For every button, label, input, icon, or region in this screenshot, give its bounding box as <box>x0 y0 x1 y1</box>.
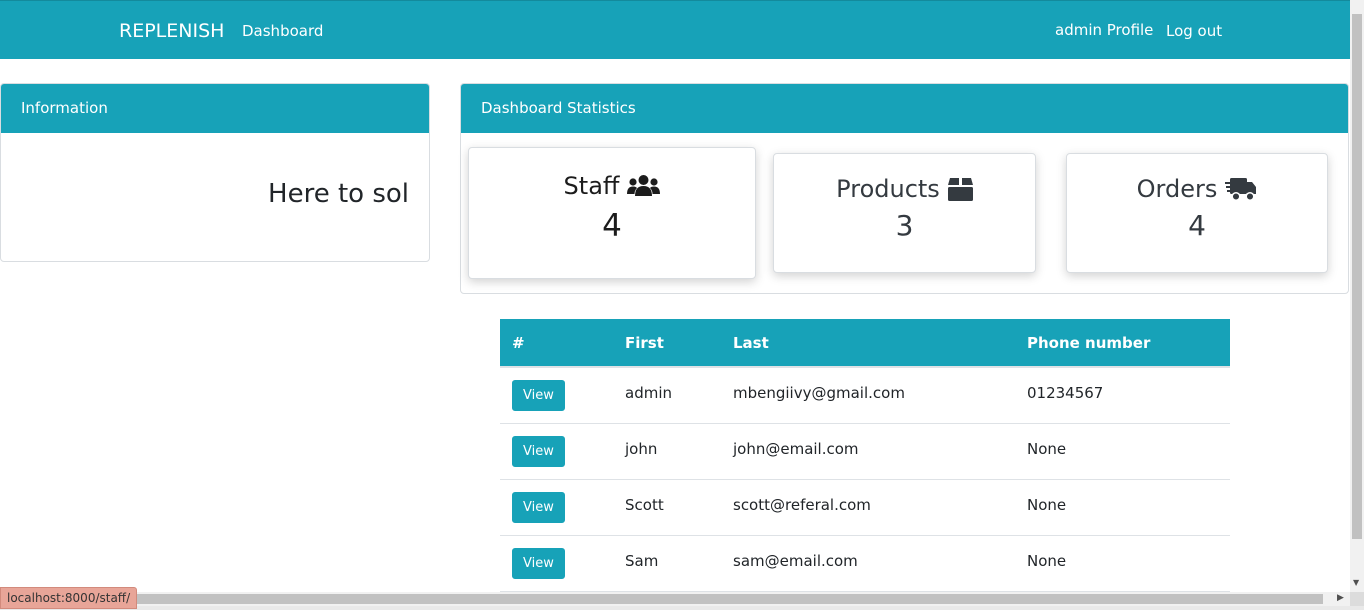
navbar: REPLENISH Dashboard admin Profile Log ou… <box>0 0 1350 59</box>
phone-cell: None <box>1015 423 1230 480</box>
phone-cell: None <box>1015 479 1230 536</box>
first-name-cell: admin <box>613 367 721 424</box>
information-text: Here to sol <box>268 179 409 209</box>
scroll-right-arrow-icon[interactable]: ▶ <box>1337 593 1344 603</box>
view-button[interactable]: View <box>512 547 565 579</box>
phone-cell: 01234567 <box>1015 367 1230 424</box>
products-stat-label: Products <box>836 175 940 203</box>
information-card-header: Information <box>1 84 429 133</box>
vertical-scrollbar-thumb[interactable] <box>1352 14 1362 539</box>
users-icon <box>627 174 661 198</box>
orders-stat-box[interactable]: Orders 4 <box>1066 153 1328 273</box>
staff-stat-value: 4 <box>602 208 622 244</box>
truck-icon <box>1225 177 1257 201</box>
view-button[interactable]: View <box>512 435 565 467</box>
staff-stat-label: Staff <box>563 172 620 200</box>
column-header-phone: Phone number <box>1015 319 1230 368</box>
view-button[interactable]: View <box>512 491 565 523</box>
column-header-number: # <box>500 319 613 368</box>
first-name-cell: Sam <box>613 535 721 592</box>
table-header-row: # First Last Phone number <box>500 319 1230 368</box>
phone-cell: None <box>1015 535 1230 592</box>
last-name-cell: scott@referal.com <box>721 479 1015 536</box>
products-stat-box[interactable]: Products 3 <box>773 153 1036 273</box>
status-bar-url: localhost:8000/staff/ <box>0 587 138 609</box>
orders-stat-label: Orders <box>1136 175 1218 203</box>
horizontal-scrollbar[interactable]: ▶ <box>0 592 1350 606</box>
table-row: View admin mbengiivy@gmail.com 01234567 <box>500 367 1230 424</box>
brand-link[interactable]: REPLENISH <box>119 20 224 42</box>
nav-logout-link[interactable]: Log out <box>1166 22 1222 40</box>
orders-stat-value: 4 <box>1188 209 1206 242</box>
first-name-cell: john <box>613 423 721 480</box>
column-header-first: First <box>613 319 721 368</box>
first-name-cell: Scott <box>613 479 721 536</box>
nav-profile-link[interactable]: admin Profile <box>1055 21 1153 39</box>
staff-stat-box[interactable]: Staff 4 <box>468 147 756 279</box>
table-row: View Scott scott@referal.com None <box>500 479 1230 536</box>
horizontal-scrollbar-thumb[interactable] <box>118 594 1323 604</box>
table-row: View Sam sam@email.com None <box>500 535 1230 592</box>
view-button[interactable]: View <box>512 380 565 411</box>
scrollbar-corner <box>1350 592 1364 606</box>
last-name-cell: mbengiivy@gmail.com <box>721 367 1015 424</box>
dashboard-statistics-header: Dashboard Statistics <box>461 84 1348 133</box>
nav-dashboard-link[interactable]: Dashboard <box>242 22 323 40</box>
table-row: View john john@email.com None <box>500 423 1230 480</box>
staff-table: # First Last Phone number View admin mbe… <box>500 319 1230 592</box>
box-icon <box>947 177 973 201</box>
vertical-scrollbar[interactable]: ▼ <box>1350 0 1364 592</box>
last-name-cell: sam@email.com <box>721 535 1015 592</box>
window-bottom-edge <box>0 606 1364 610</box>
information-card: Information Here to sol <box>0 83 430 262</box>
column-header-last: Last <box>721 319 1015 368</box>
last-name-cell: john@email.com <box>721 423 1015 480</box>
products-stat-value: 3 <box>895 209 914 242</box>
scroll-down-arrow-icon[interactable]: ▼ <box>1353 578 1359 587</box>
